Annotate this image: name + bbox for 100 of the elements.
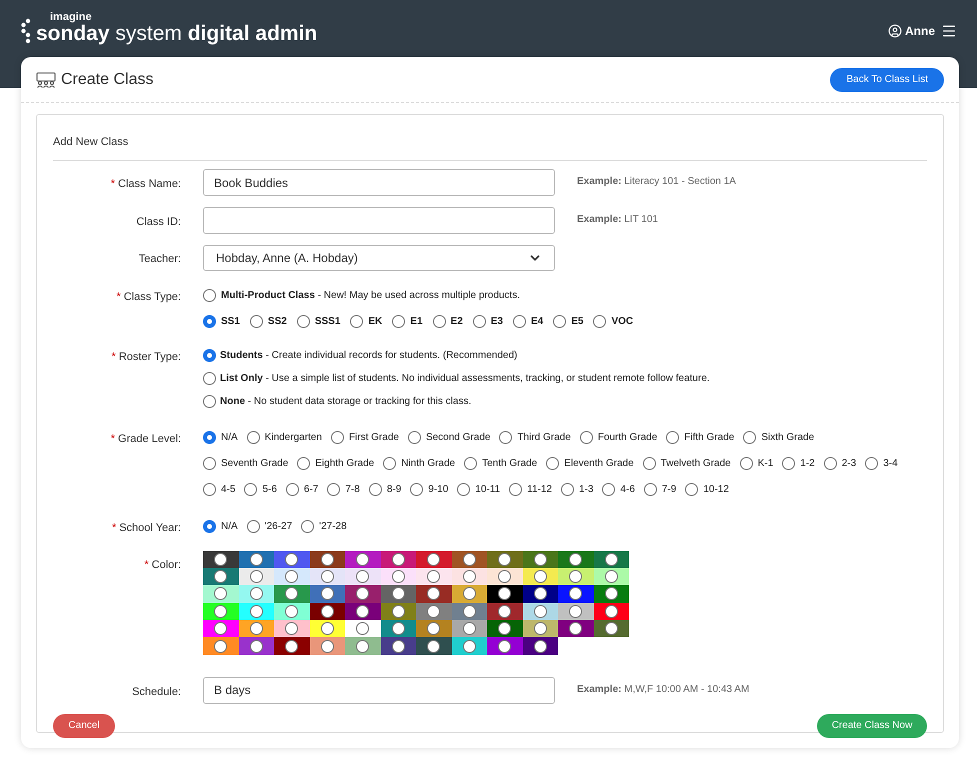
color-swatch[interactable]: [345, 568, 380, 586]
color-swatch[interactable]: [558, 550, 594, 568]
radio-button[interactable]: [392, 552, 405, 566]
radio-button[interactable]: [356, 640, 370, 653]
radio-button[interactable]: [320, 587, 334, 600]
radio-button[interactable]: [569, 587, 582, 600]
color-swatch[interactable]: [203, 602, 238, 620]
color-swatch[interactable]: [238, 568, 274, 586]
color-swatch[interactable]: [487, 602, 522, 620]
radio-button[interactable]: [203, 431, 216, 444]
radio-button[interactable]: [356, 622, 370, 636]
radio-button[interactable]: [285, 570, 298, 584]
menu-icon[interactable]: [941, 23, 957, 39]
color-swatch[interactable]: [274, 550, 310, 568]
radio-button[interactable]: [285, 604, 298, 618]
color-swatch[interactable]: [416, 620, 452, 638]
radio-button[interactable]: [203, 289, 216, 302]
radio-button[interactable]: [250, 552, 263, 566]
radio-button[interactable]: [569, 552, 582, 566]
radio-button[interactable]: [214, 570, 228, 584]
color-swatch[interactable]: [380, 568, 416, 586]
radio-button[interactable]: [509, 483, 522, 496]
radio-button[interactable]: [498, 604, 512, 618]
radio-button[interactable]: [408, 431, 421, 444]
radio-button[interactable]: [534, 552, 547, 566]
radio-button[interactable]: [250, 604, 263, 618]
radio-button[interactable]: [604, 570, 618, 584]
color-swatch[interactable]: [238, 550, 274, 568]
radio-button[interactable]: [392, 587, 405, 600]
radio-button[interactable]: [865, 457, 878, 470]
color-swatch[interactable]: [558, 620, 594, 638]
radio-button[interactable]: [569, 604, 582, 618]
color-swatch[interactable]: [487, 585, 522, 603]
radio-button[interactable]: [427, 570, 440, 584]
color-swatch[interactable]: [310, 620, 345, 638]
radio-button[interactable]: [368, 483, 382, 496]
radio-button[interactable]: [244, 483, 258, 496]
color-swatch[interactable]: [310, 637, 345, 655]
radio-button[interactable]: [250, 315, 263, 328]
radio-button[interactable]: [203, 349, 216, 362]
radio-button[interactable]: [297, 457, 310, 470]
radio-button[interactable]: [250, 587, 263, 600]
class-id-field[interactable]: [203, 207, 555, 234]
color-swatch[interactable]: [416, 568, 452, 586]
cancel-button[interactable]: Cancel: [53, 714, 115, 738]
color-swatch[interactable]: [416, 602, 452, 620]
color-swatch[interactable]: [274, 637, 310, 655]
color-swatch[interactable]: [310, 602, 345, 620]
radio-button[interactable]: [392, 640, 405, 653]
color-swatch[interactable]: [203, 637, 238, 655]
radio-button[interactable]: [392, 604, 405, 618]
radio-button[interactable]: [498, 587, 512, 600]
color-swatch[interactable]: [452, 602, 487, 620]
color-swatch[interactable]: [416, 585, 452, 603]
radio-button[interactable]: [320, 570, 334, 584]
radio-button[interactable]: [301, 520, 314, 533]
color-swatch[interactable]: [522, 637, 558, 655]
radio-button[interactable]: [604, 604, 618, 618]
radio-button[interactable]: [203, 520, 216, 533]
color-swatch[interactable]: [238, 602, 274, 620]
radio-button[interactable]: [427, 552, 440, 566]
back-to-class-list-button[interactable]: Back To Class List: [830, 68, 944, 92]
color-swatch[interactable]: [274, 585, 310, 603]
color-swatch[interactable]: [380, 637, 416, 655]
radio-button[interactable]: [743, 431, 756, 444]
color-swatch[interactable]: [558, 585, 594, 603]
color-swatch[interactable]: [203, 550, 238, 568]
color-swatch[interactable]: [416, 637, 452, 655]
radio-button[interactable]: [462, 604, 476, 618]
radio-button[interactable]: [203, 372, 216, 385]
color-swatch[interactable]: [487, 637, 522, 655]
teacher-select[interactable]: Hobday, Anne (A. Hobday): [203, 245, 555, 271]
radio-button[interactable]: [250, 622, 263, 636]
radio-button[interactable]: [203, 395, 216, 408]
radio-button[interactable]: [356, 587, 370, 600]
radio-button[interactable]: [824, 457, 837, 470]
radio-button[interactable]: [457, 483, 470, 496]
radio-button[interactable]: [285, 640, 298, 653]
radio-button[interactable]: [534, 570, 547, 584]
color-swatch[interactable]: [274, 568, 310, 586]
color-swatch[interactable]: [345, 602, 380, 620]
radio-button[interactable]: [685, 483, 698, 496]
radio-button[interactable]: [740, 457, 753, 470]
color-swatch[interactable]: [274, 602, 310, 620]
radio-button[interactable]: [644, 483, 657, 496]
radio-button[interactable]: [569, 570, 582, 584]
color-swatch[interactable]: [452, 568, 487, 586]
radio-button[interactable]: [392, 570, 405, 584]
radio-button[interactable]: [350, 315, 364, 328]
color-swatch[interactable]: [345, 585, 380, 603]
color-swatch[interactable]: [203, 568, 238, 586]
color-swatch[interactable]: [310, 550, 345, 568]
color-swatch[interactable]: [274, 620, 310, 638]
color-swatch[interactable]: [487, 568, 522, 586]
color-swatch[interactable]: [452, 550, 487, 568]
radio-button[interactable]: [320, 604, 334, 618]
radio-button[interactable]: [214, 587, 228, 600]
radio-button[interactable]: [392, 315, 406, 328]
color-swatch[interactable]: [452, 585, 487, 603]
color-swatch[interactable]: [345, 637, 380, 655]
